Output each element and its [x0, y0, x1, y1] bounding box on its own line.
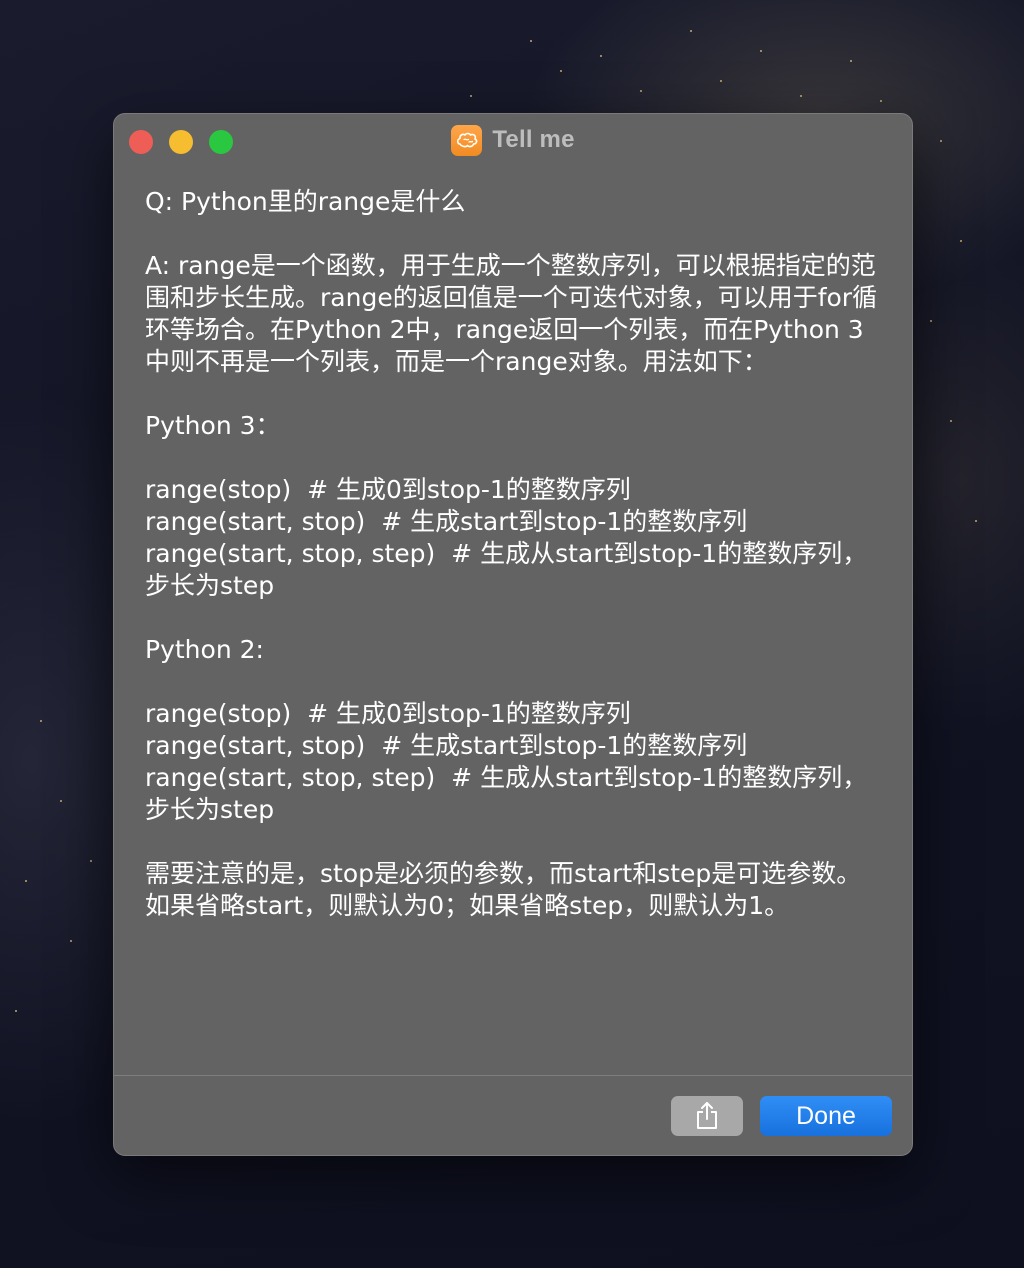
brain-icon	[451, 124, 483, 156]
done-button[interactable]: Done	[760, 1096, 892, 1136]
tell-me-window: Tell me Q: Python里的range是什么 A: range是一个函…	[113, 113, 913, 1156]
share-button[interactable]	[671, 1096, 743, 1136]
answer-text-area: Q: Python里的range是什么 A: range是一个函数，用于生成一个…	[145, 186, 885, 954]
window-title-group: Tell me	[114, 124, 912, 156]
title-bar: Tell me	[114, 114, 912, 166]
note-text: 需要注意的是，stop是必须的参数，而start和step是可选参数。如果省略s…	[145, 859, 862, 920]
question-text: Q: Python里的range是什么	[145, 187, 466, 216]
answer-intro-text: A: range是一个函数，用于生成一个整数序列，可以根据指定的范围和步长生成。…	[145, 251, 878, 376]
python2-code-block: range(stop) # 生成0到stop-1的整数序列 range(star…	[145, 699, 868, 824]
footer-divider	[114, 1075, 912, 1076]
share-icon	[697, 1102, 717, 1129]
python3-heading: Python 3：	[145, 411, 281, 440]
window-title: Tell me	[492, 126, 575, 153]
python3-code-block: range(stop) # 生成0到stop-1的整数序列 range(star…	[145, 475, 868, 600]
python2-heading: Python 2:	[145, 635, 264, 664]
